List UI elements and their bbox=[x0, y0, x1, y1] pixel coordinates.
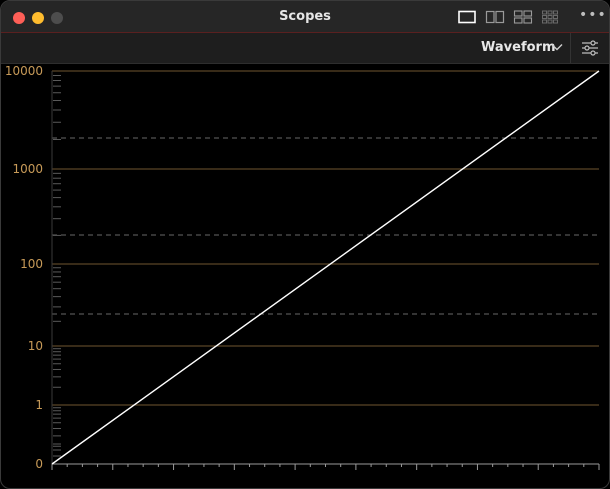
chevron-down-icon[interactable] bbox=[551, 42, 563, 52]
toolbar-divider bbox=[570, 33, 571, 63]
title-bar[interactable]: Scopes ••• bbox=[1, 1, 609, 33]
scopes-window: Scopes ••• Waveform 0 1 10 100 1000 1000… bbox=[0, 0, 610, 489]
y-tick-label: 0 bbox=[35, 457, 43, 471]
y-tick-label: 1000 bbox=[12, 162, 43, 176]
waveform-plot: 0 1 10 100 1000 10000 bbox=[5, 64, 600, 471]
more-options-icon[interactable]: ••• bbox=[579, 7, 606, 25]
single-view-icon[interactable] bbox=[457, 10, 479, 24]
quad-view-icon[interactable] bbox=[513, 10, 535, 24]
y-tick-label: 1 bbox=[35, 398, 43, 412]
y-tick-label: 10 bbox=[28, 339, 43, 353]
settings-sliders-icon[interactable] bbox=[579, 39, 601, 57]
scope-mode-select[interactable]: Waveform bbox=[481, 40, 555, 55]
y-tick-label: 10000 bbox=[5, 64, 43, 78]
y-tick-label: 100 bbox=[20, 257, 43, 271]
scope-toolbar: Waveform bbox=[1, 33, 609, 64]
grid-view-icon[interactable] bbox=[541, 10, 563, 24]
dual-view-icon[interactable] bbox=[485, 10, 507, 24]
